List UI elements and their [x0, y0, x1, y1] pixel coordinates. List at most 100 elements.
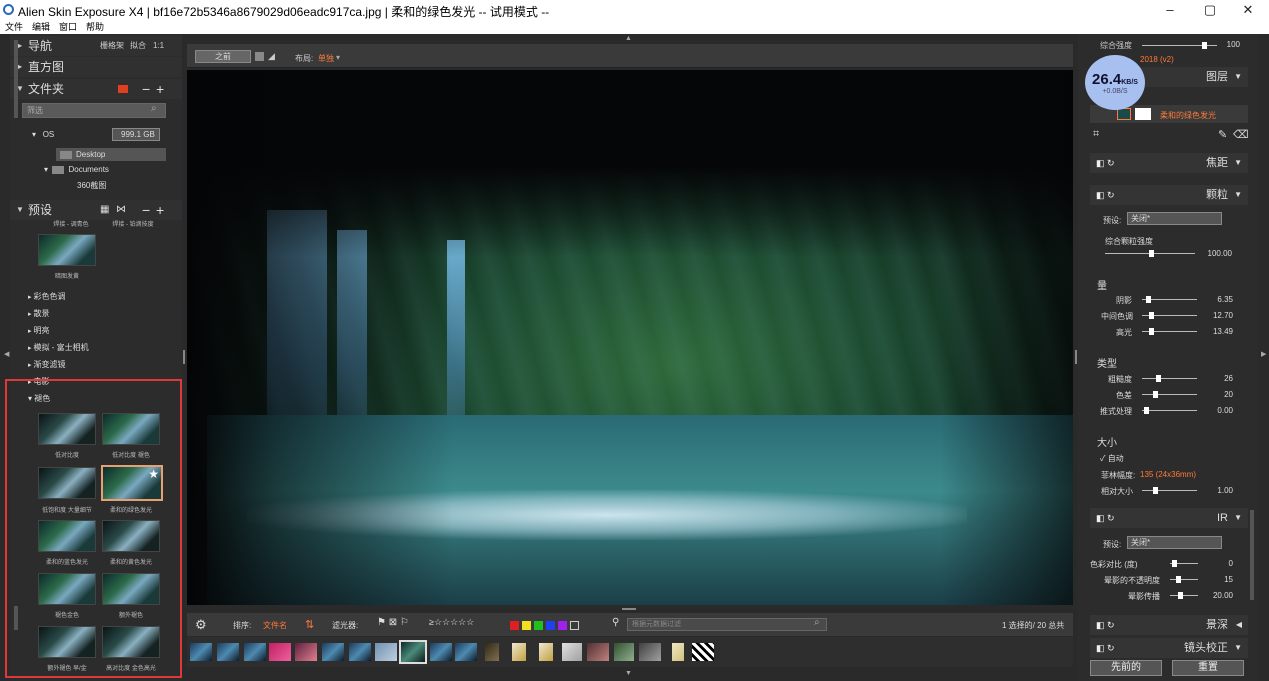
- collapse-all-icon[interactable]: ⋈: [116, 200, 126, 220]
- ir-header[interactable]: ◧ ↻ IR ▼: [1090, 508, 1248, 528]
- layer-thumbnail[interactable]: [1117, 108, 1131, 120]
- folders-section-header[interactable]: ▼ 文件夹 − +: [10, 79, 182, 99]
- highlight-slider[interactable]: [1142, 328, 1197, 335]
- film-thumbnail[interactable]: [455, 643, 477, 661]
- menu-file[interactable]: 文件: [5, 20, 23, 33]
- remove-folder-icon[interactable]: −: [142, 79, 150, 99]
- maximize-button[interactable]: ▢: [1200, 2, 1220, 18]
- film-thumbnail[interactable]: [672, 643, 684, 661]
- push-slider[interactable]: [1142, 407, 1197, 414]
- folder-import-icon[interactable]: [118, 85, 128, 93]
- roughness-slider[interactable]: [1142, 375, 1197, 382]
- grain-preset-dropdown[interactable]: 关闭*: [1127, 212, 1222, 225]
- presets-section-header[interactable]: ▼ 预设 ▦ ⋈ − +: [10, 200, 182, 220]
- crop-icon[interactable]: ⌗: [1093, 128, 1099, 141]
- film-thumbnail-selected[interactable]: [399, 640, 427, 664]
- image-canvas[interactable]: [187, 70, 1073, 605]
- shadow-slider[interactable]: [1142, 296, 1197, 303]
- ir-preset-dropdown[interactable]: 关闭*: [1127, 536, 1222, 549]
- preset-category[interactable]: 模拟 - 富士相机: [28, 342, 88, 353]
- auto-checkbox[interactable]: ✓ 自动: [1100, 453, 1124, 464]
- slider-knob[interactable]: [1149, 312, 1154, 319]
- remove-preset-icon[interactable]: −: [142, 200, 150, 220]
- slider-knob[interactable]: [1153, 391, 1158, 398]
- minimize-button[interactable]: –: [1160, 2, 1180, 17]
- slider-knob[interactable]: [1146, 296, 1151, 303]
- slider-knob[interactable]: [1172, 560, 1177, 567]
- slider-knob[interactable]: [1178, 592, 1183, 599]
- relsize-slider[interactable]: [1142, 487, 1197, 494]
- reset-button[interactable]: 重置: [1172, 660, 1244, 676]
- ir-opacity-slider[interactable]: [1170, 576, 1198, 583]
- color-label-filter[interactable]: [510, 620, 582, 631]
- menu-help[interactable]: 帮助: [86, 20, 104, 33]
- bottom-splitter[interactable]: [622, 608, 636, 610]
- depth-header[interactable]: ◧ ↻ 景深 ◀: [1090, 615, 1248, 635]
- folder-360[interactable]: 360截图: [77, 180, 106, 191]
- film-thumbnail[interactable]: [322, 643, 344, 661]
- grid-button[interactable]: 栅格架: [100, 36, 124, 56]
- grain-header[interactable]: ◧ ↻ 颗粒 ▼: [1090, 185, 1248, 205]
- preset-category[interactable]: 彩色色调: [28, 291, 65, 302]
- brush-icon[interactable]: ✎: [1218, 128, 1227, 141]
- metadata-filter-input[interactable]: 根据元数据过滤: [627, 618, 827, 631]
- focus-header[interactable]: ◧ ↻ 焦距 ▼: [1090, 153, 1248, 173]
- right-splitter[interactable]: [1075, 350, 1077, 364]
- add-folder-icon[interactable]: +: [156, 79, 164, 99]
- film-thumbnail[interactable]: [375, 643, 397, 661]
- right-scrollbar[interactable]: [1250, 510, 1254, 600]
- ir-contrast-slider[interactable]: [1170, 560, 1198, 567]
- midtone-slider[interactable]: [1142, 312, 1197, 319]
- preset-thumbnail[interactable]: [38, 234, 96, 266]
- layer-mask-thumbnail[interactable]: [1135, 108, 1151, 120]
- ratio-button[interactable]: 1:1: [153, 36, 164, 56]
- slider-knob[interactable]: [1144, 407, 1149, 414]
- opacity-slider[interactable]: [1142, 42, 1217, 49]
- slider-knob[interactable]: [1202, 42, 1207, 49]
- fit-button[interactable]: 拟合: [130, 36, 146, 56]
- slider-knob[interactable]: [1153, 487, 1158, 494]
- previous-button[interactable]: 先前的: [1090, 660, 1162, 676]
- film-thumbnail[interactable]: [190, 643, 212, 661]
- split-icon[interactable]: ◢: [268, 51, 275, 62]
- toggle-refresh-icons[interactable]: ◧ ↻: [1096, 615, 1115, 635]
- add-preset-icon[interactable]: +: [156, 200, 164, 220]
- toggle-refresh-icons[interactable]: ◧ ↻: [1096, 185, 1115, 205]
- collapse-top-icon[interactable]: ▲: [625, 35, 632, 42]
- ir-spread-slider[interactable]: [1170, 592, 1198, 599]
- grid-view-icon[interactable]: ▦: [100, 200, 109, 220]
- film-thumbnail[interactable]: [295, 643, 317, 661]
- toggle-refresh-icons[interactable]: ◧ ↻: [1096, 153, 1115, 173]
- menu-edit[interactable]: 编辑: [32, 20, 50, 33]
- film-thumbnail[interactable]: [639, 643, 661, 661]
- film-thumbnail[interactable]: [217, 643, 239, 661]
- slider-knob[interactable]: [1149, 328, 1154, 335]
- grain-strength-slider[interactable]: [1105, 250, 1195, 257]
- folder-filter-input[interactable]: 筛选: [22, 103, 166, 118]
- rating-filter[interactable]: ≥☆☆☆☆☆: [429, 617, 474, 628]
- gear-icon[interactable]: ⚙: [195, 617, 207, 633]
- histogram-section-header[interactable]: ▶ 直方图: [10, 57, 182, 77]
- film-thumbnail[interactable]: [244, 643, 266, 661]
- film-dropdown[interactable]: 135 (24x36mm): [1140, 470, 1196, 479]
- nav-section-header[interactable]: ▶ 导航 栅格架 拟合 1:1: [10, 36, 182, 56]
- film-thumbnail-qrcode[interactable]: [692, 643, 714, 661]
- film-thumbnail[interactable]: [614, 643, 634, 661]
- slider-knob[interactable]: [1149, 250, 1154, 257]
- toggle-refresh-icons[interactable]: ◧ ↻: [1096, 508, 1115, 528]
- drive-os[interactable]: ▾ OS: [32, 130, 54, 139]
- color-diff-slider[interactable]: [1142, 391, 1197, 398]
- film-thumbnail[interactable]: [485, 643, 499, 661]
- film-thumbnail[interactable]: [587, 643, 609, 661]
- slider-knob[interactable]: [1156, 375, 1161, 382]
- compare-icon[interactable]: [255, 52, 264, 61]
- collapse-left-icon[interactable]: ◀: [4, 350, 9, 358]
- collapse-bottom-icon[interactable]: ▼: [625, 670, 632, 677]
- lens-header[interactable]: ◧ ↻ 镜头校正 ▼: [1090, 638, 1248, 658]
- toggle-refresh-icons[interactable]: ◧ ↻: [1096, 638, 1115, 658]
- folder-documents[interactable]: ▾ Documents: [44, 165, 109, 174]
- left-splitter[interactable]: [183, 350, 185, 364]
- preset-category[interactable]: 明亮: [28, 325, 49, 336]
- flag-filter-icons[interactable]: ⚑ ⊠ ⚐: [377, 617, 409, 628]
- layout-dropdown[interactable]: 单独: [318, 53, 334, 64]
